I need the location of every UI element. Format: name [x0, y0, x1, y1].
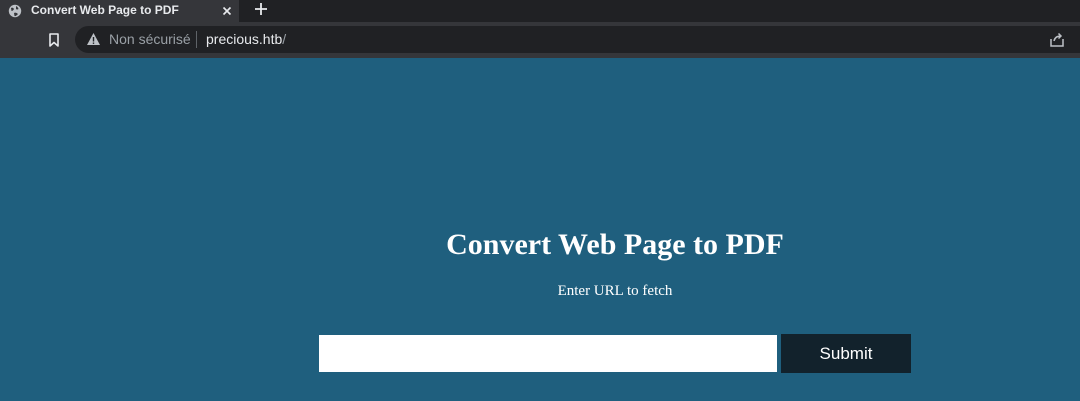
globe-icon: [8, 4, 22, 18]
address-bar[interactable]: Non sécurisé precious.htb/: [75, 26, 1080, 53]
page-subtitle: Enter URL to fetch: [557, 283, 673, 299]
security-label[interactable]: Non sécurisé: [109, 31, 191, 47]
submit-button[interactable]: Submit: [781, 334, 911, 373]
url-path: /: [282, 31, 287, 47]
bookmark-icon[interactable]: [44, 30, 64, 50]
url-input[interactable]: [319, 335, 777, 372]
url-host: precious.htb: [206, 31, 283, 47]
tab-title: Convert Web Page to PDF: [31, 3, 179, 17]
close-icon[interactable]: [219, 3, 235, 19]
warning-icon[interactable]: [86, 32, 101, 46]
new-tab-icon[interactable]: [252, 0, 270, 18]
page-title: Convert Web Page to PDF: [446, 228, 784, 261]
browser-toolbar: Non sécurisé precious.htb/: [0, 22, 1080, 58]
page-body: Convert Web Page to PDF Enter URL to fet…: [0, 58, 1080, 401]
address-divider: [196, 31, 197, 48]
url-text[interactable]: precious.htb/: [206, 31, 286, 47]
browser-tab[interactable]: Convert Web Page to PDF: [0, 0, 239, 22]
share-icon[interactable]: [1048, 31, 1066, 49]
tab-strip: Convert Web Page to PDF: [0, 0, 1080, 22]
